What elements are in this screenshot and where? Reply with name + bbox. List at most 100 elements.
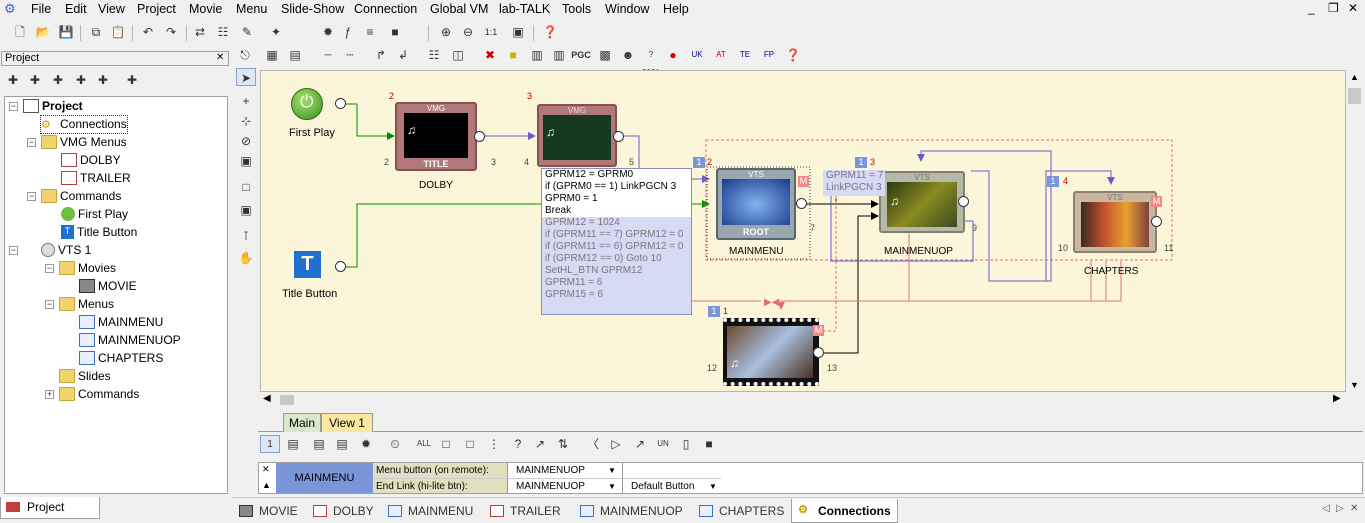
menu-connection[interactable]: Connection [354, 2, 417, 16]
dolby-node[interactable]: VMG ♫ TITLE [395, 102, 477, 171]
marker-icon[interactable]: ▣ [236, 152, 256, 170]
close-doc-icon[interactable]: ✕ [1350, 503, 1358, 514]
tree-dolby[interactable]: DOLBY [61, 152, 121, 169]
tree-commands[interactable]: Commands [41, 188, 121, 205]
add-movie-icon[interactable]: ✚ [48, 71, 68, 89]
doc-tab-mainmenu[interactable]: MAINMENU [388, 501, 473, 521]
tree-vmg-menus[interactable]: VMG Menus [41, 134, 127, 151]
color-icon[interactable]: ■ [503, 46, 523, 64]
add-vts-icon[interactable]: ✚ [122, 71, 142, 89]
doc-tab-mainmenuop[interactable]: MAINMENUOP [580, 501, 683, 521]
break-link-icon[interactable]: ⊘ [236, 132, 256, 150]
chevron-down-icon[interactable]: ▼ [709, 479, 717, 494]
collapse-icon[interactable]: − [9, 102, 18, 111]
crosshair-icon[interactable]: + [236, 92, 256, 110]
clock-icon[interactable]: ⏲ [385, 435, 405, 453]
mainmenuop-node[interactable]: VTS ♫ [879, 171, 965, 233]
tree-slides[interactable]: Slides [59, 368, 111, 385]
align-left-icon[interactable]: ┄ [318, 46, 338, 64]
collapse-icon[interactable]: − [45, 300, 54, 309]
pro-ex-icon[interactable]: ■ [385, 23, 405, 41]
menu-menu[interactable]: Menu [236, 2, 267, 16]
tree-commands-vts[interactable]: Commands [59, 386, 139, 403]
route2-icon[interactable]: ↲ [393, 46, 413, 64]
scroll-down-icon[interactable]: ▼ [1350, 380, 1359, 390]
frame-icon[interactable]: ▤ [283, 435, 303, 453]
link-icon[interactable]: ⇅ [553, 435, 573, 453]
tree-trailer[interactable]: TRAILER [61, 170, 131, 187]
add-slides-icon[interactable]: ✚ [71, 71, 91, 89]
tree-movie[interactable]: MOVIE [79, 278, 137, 295]
collapse-icon[interactable]: − [9, 246, 18, 255]
tab-scroll-right-icon[interactable]: ▷ [1336, 503, 1344, 514]
collapse-icon[interactable]: − [45, 264, 54, 273]
default-button-select[interactable]: Default Button ▼ [623, 478, 721, 493]
hand-icon[interactable]: ✋ [236, 249, 256, 267]
align-right-icon[interactable]: ┄ [340, 46, 360, 64]
menu-file[interactable]: File [31, 2, 51, 16]
distribute-icon[interactable]: ◫ [448, 46, 468, 64]
wand-icon[interactable]: ✹ [356, 435, 376, 453]
restore-button[interactable]: ❐ [1328, 1, 1339, 15]
menu-global-vm[interactable]: Global VM [430, 2, 488, 16]
delete-link-icon[interactable]: ✖ [480, 46, 500, 64]
frame-icon[interactable]: ▣ [236, 201, 256, 219]
save-icon[interactable]: 💾 [56, 23, 76, 41]
grid-icon[interactable]: ▦ [262, 46, 282, 64]
minimize-button[interactable]: _ [1308, 1, 1315, 15]
title-button-connector[interactable] [335, 261, 346, 272]
undo-icon[interactable]: ↶ [138, 23, 158, 41]
pgc-icon[interactable]: PGC [571, 46, 591, 64]
tab-main[interactable]: Main [283, 413, 321, 432]
at-icon[interactable]: AT [711, 46, 731, 64]
tab-view-1[interactable]: View 1 [321, 413, 373, 432]
uk-icon[interactable]: UK [687, 46, 707, 64]
collapse-icon[interactable]: − [27, 192, 36, 201]
dfx-icon[interactable]: ≡ [360, 23, 380, 41]
menu-movie[interactable]: Movie [189, 2, 222, 16]
open-icon[interactable]: 📂 [33, 23, 53, 41]
copy-icon[interactable]: ⧉ [86, 23, 106, 41]
dots-icon[interactable]: ⋮ [484, 435, 504, 453]
trailer-node[interactable]: VMG ♫ [537, 104, 617, 167]
link-tool-icon[interactable]: ⊹ [236, 112, 256, 130]
share-icon[interactable]: ↗ [530, 435, 550, 453]
table-icon[interactable]: ▤ [285, 46, 305, 64]
fit-icon[interactable]: ▣ [508, 23, 528, 41]
app-icon[interactable]: ⚙ [4, 1, 24, 18]
tree-chapters[interactable]: CHAPTERS [79, 350, 163, 367]
square2-icon[interactable]: □ [460, 435, 480, 453]
menu-view[interactable]: View [98, 2, 125, 16]
new-icon[interactable]: 🗋 [10, 23, 30, 41]
snap-grid-icon[interactable]: ☷ [424, 46, 444, 64]
split-icon[interactable]: ■ [699, 435, 719, 453]
connect-icon[interactable]: ⇄ [190, 23, 210, 41]
import-icon[interactable]: ✎ [237, 23, 257, 41]
tab-scroll-left-icon[interactable]: ◁ [1322, 503, 1330, 514]
pie-icon[interactable]: ● [663, 46, 683, 64]
menu-edit[interactable]: Edit [65, 2, 87, 16]
scroll-thumb[interactable] [280, 395, 294, 405]
menu-slide-show[interactable]: Slide-Show [281, 2, 344, 16]
end-link-select[interactable]: MAINMENUOP ▼ [508, 478, 623, 493]
mainmenu-node[interactable]: VTS ROOT [716, 168, 796, 240]
add-command-icon[interactable]: ✚ [93, 71, 113, 89]
zoom-out-icon[interactable]: ⊖ [458, 23, 478, 41]
menu-button-select[interactable]: MAINMENUOP ▼ [508, 463, 623, 478]
paste-icon[interactable]: 📋 [108, 23, 128, 41]
menu-grid-icon[interactable]: ▲ [262, 480, 271, 490]
doc-tab-chapters[interactable]: CHAPTERS [699, 501, 784, 521]
pointer-icon[interactable]: ➤ [236, 68, 256, 86]
dolby-connector[interactable] [474, 131, 485, 142]
title-button-node[interactable]: T [294, 251, 321, 278]
connections-canvas[interactable]: ⏻ First Play T Title Button 2 VMG ♫ TITL… [260, 70, 1346, 392]
menu-icon[interactable]: ▤ [309, 435, 329, 453]
chapters-node[interactable]: VTS [1073, 191, 1157, 253]
vertical-scrollbar[interactable]: ▲ ▼ [1346, 70, 1363, 408]
bracket-icon[interactable]: ▯ [676, 435, 696, 453]
chapters-connector[interactable] [1151, 216, 1162, 227]
add-menu-icon[interactable]: ✚ [25, 71, 45, 89]
scroll-up-icon[interactable]: ▲ [1350, 72, 1359, 82]
menu-tools[interactable]: Tools [562, 2, 591, 16]
help-icon[interactable]: ❓ [540, 23, 560, 41]
